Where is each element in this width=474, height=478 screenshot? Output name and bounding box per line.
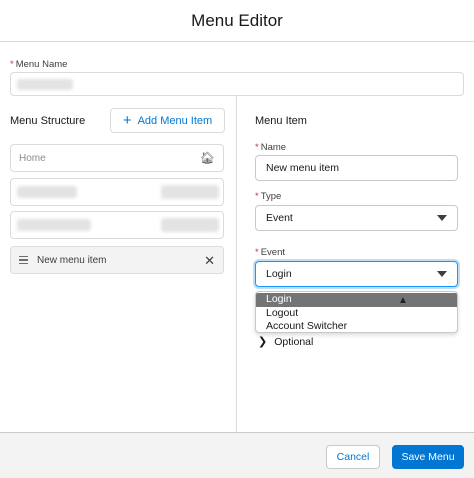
column-divider <box>236 96 237 432</box>
event-select[interactable]: Login <box>255 261 458 287</box>
cancel-button[interactable]: Cancel <box>326 445 380 469</box>
redacted-value <box>17 79 73 90</box>
menu-item-title: Menu Item <box>255 115 307 127</box>
type-label: * Type <box>255 191 282 202</box>
event-option-login[interactable]: Login <box>256 293 457 307</box>
optional-section-toggle[interactable]: ❯ Optional <box>258 335 313 349</box>
menu-structure-title: Menu Structure <box>10 115 86 127</box>
event-option-logout[interactable]: Logout <box>256 307 457 321</box>
menu-item-home[interactable]: Home 🏠︎ <box>10 144 224 172</box>
home-icon: 🏠︎ <box>199 151 215 165</box>
plus-icon: + <box>122 112 132 129</box>
menu-item-redacted[interactable] <box>10 211 224 239</box>
menu-name-label: * Menu Name <box>10 59 68 70</box>
menu-name-input[interactable] <box>10 72 464 96</box>
name-input[interactable]: New menu item <box>255 155 458 181</box>
close-icon[interactable]: ✕ <box>204 254 215 267</box>
event-label: * Event <box>255 247 285 258</box>
modal-title: Menu Editor <box>191 10 283 30</box>
type-select[interactable]: Event <box>255 205 458 231</box>
chevron-down-icon <box>437 271 447 277</box>
chevron-right-icon: ❯ <box>258 336 268 348</box>
save-menu-button[interactable]: Save Menu <box>392 445 464 469</box>
mouse-cursor-icon: ▲ <box>398 295 408 306</box>
name-label: * Name <box>255 142 287 153</box>
modal-header: Menu Editor <box>0 0 474 42</box>
event-dropdown: Login Logout Account Switcher <box>255 291 458 333</box>
add-menu-item-button[interactable]: + Add Menu Item <box>110 108 225 133</box>
menu-item-new[interactable]: New menu item ✕ <box>10 246 224 274</box>
drag-handle-icon[interactable] <box>19 255 28 265</box>
modal-footer: Cancel Save Menu <box>0 432 474 478</box>
event-option-account-switcher[interactable]: Account Switcher <box>256 320 457 332</box>
menu-item-redacted[interactable] <box>10 178 224 206</box>
chevron-down-icon <box>437 215 447 221</box>
